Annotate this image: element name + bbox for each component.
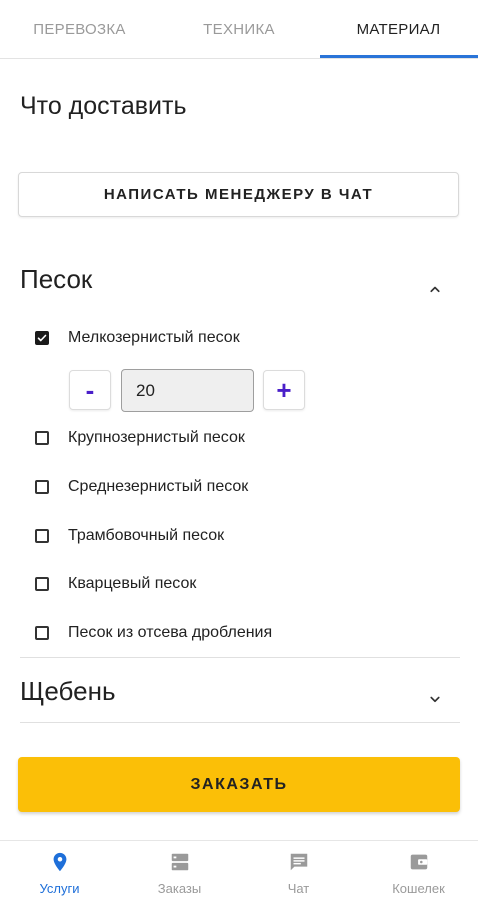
tab-material[interactable]: МАТЕРИАЛ: [319, 0, 478, 58]
checkbox-row-coarse-sand[interactable]: Крупнозернистый песок: [35, 427, 245, 449]
wallet-icon: [408, 851, 430, 873]
location-pin-icon: [49, 851, 71, 873]
chat-icon: [288, 851, 310, 873]
checkbox-checked[interactable]: [35, 331, 49, 345]
section-title-crushed-stone[interactable]: Щебень: [20, 676, 116, 707]
section-divider: [20, 657, 460, 658]
checkbox-label: Песок из отсева дробления: [68, 624, 273, 641]
checkbox-row-fine-sand[interactable]: Мелкозернистый песок: [35, 327, 240, 349]
write-manager-chat-button[interactable]: НАПИСАТЬ МЕНЕДЖЕРУ В ЧАТ: [18, 172, 459, 217]
nav-item-chat[interactable]: Чат: [239, 841, 358, 901]
order-button[interactable]: ЗАКАЗАТЬ: [18, 757, 460, 812]
top-tabs: ПЕРЕВОЗКА ТЕХНИКА МАТЕРИАЛ: [0, 0, 478, 59]
checkbox-label: Среднезернистый песок: [68, 478, 249, 495]
section-divider: [20, 722, 460, 723]
nav-label: Услуги: [39, 881, 80, 896]
checkbox-row-quartz-sand[interactable]: Кварцевый песок: [35, 573, 196, 595]
tab-tekhnika[interactable]: ТЕХНИКА: [159, 0, 319, 58]
orders-list-icon: [169, 851, 191, 873]
checkmark-icon: [37, 334, 47, 342]
nav-item-services[interactable]: Услуги: [0, 841, 119, 901]
bottom-navigation: Услуги Заказы Чат Кошелек: [0, 840, 478, 901]
page-heading: Что доставить: [20, 92, 187, 120]
nav-item-wallet[interactable]: Кошелек: [359, 841, 478, 901]
section-title-sand[interactable]: Песок: [20, 264, 92, 295]
checkbox-row-crushing-screening-sand[interactable]: Песок из отсева дробления: [35, 622, 272, 644]
checkbox-label: Мелкозернистый песок: [68, 329, 240, 346]
checkbox-unchecked[interactable]: [35, 529, 49, 543]
checkbox-label: Трамбовочный песок: [68, 527, 225, 544]
checkbox-unchecked[interactable]: [35, 480, 49, 494]
chevron-up-icon[interactable]: [426, 280, 444, 298]
checkbox-label: Кварцевый песок: [68, 575, 197, 592]
active-tab-indicator: [320, 55, 478, 58]
chevron-down-icon[interactable]: [426, 690, 444, 708]
increase-quantity-button[interactable]: +: [263, 370, 305, 410]
tab-perevozka[interactable]: ПЕРЕВОЗКА: [0, 0, 159, 58]
checkbox-unchecked[interactable]: [35, 626, 49, 640]
decrease-quantity-button[interactable]: -: [69, 370, 111, 410]
checkbox-unchecked[interactable]: [35, 431, 49, 445]
nav-label: Чат: [287, 881, 310, 896]
nav-label: Заказы: [157, 881, 202, 896]
nav-item-orders[interactable]: Заказы: [120, 841, 239, 901]
checkbox-unchecked[interactable]: [35, 577, 49, 591]
checkbox-row-tamping-sand[interactable]: Трамбовочный песок: [35, 525, 224, 547]
checkbox-row-medium-sand[interactable]: Среднезернистый песок: [35, 476, 248, 498]
nav-label: Кошелек: [392, 881, 445, 896]
checkbox-label: Крупнозернистый песок: [68, 429, 245, 446]
quantity-input[interactable]: 20: [121, 369, 254, 412]
